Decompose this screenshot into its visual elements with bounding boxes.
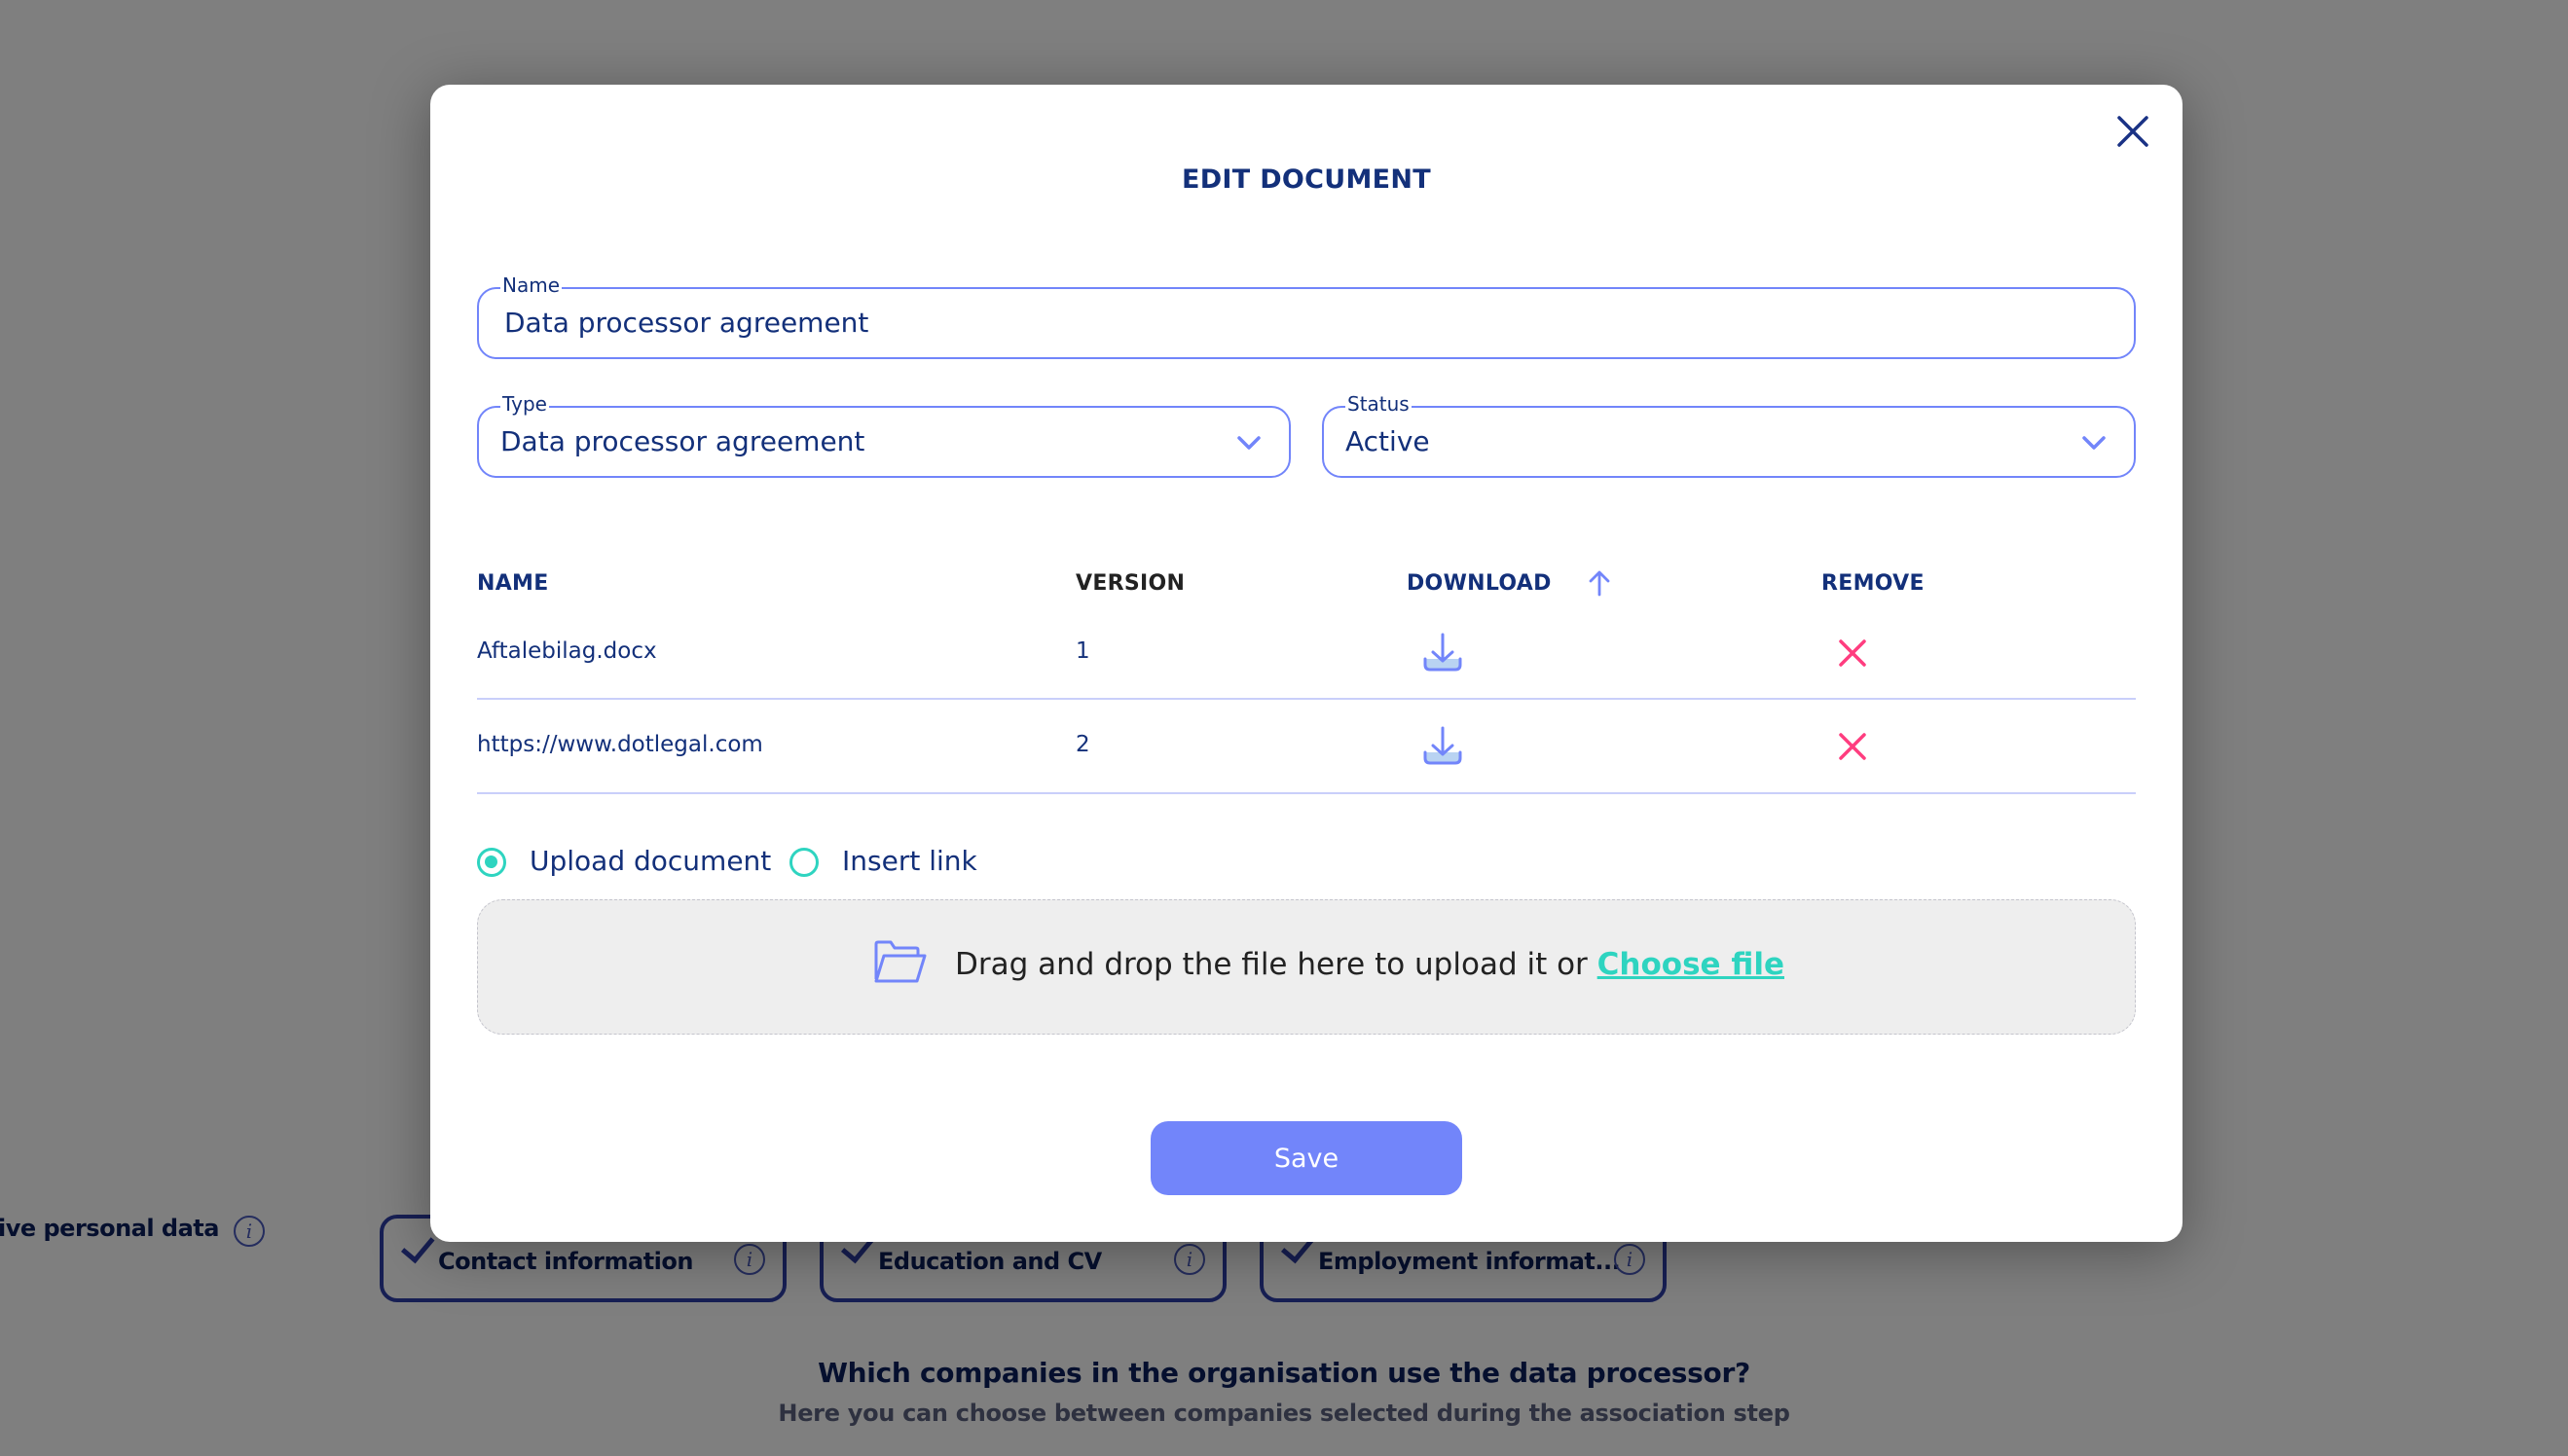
status-select-label: Status xyxy=(1345,392,1412,416)
close-button[interactable] xyxy=(2116,115,2149,148)
file-dropzone[interactable]: Drag and drop the file here to upload it… xyxy=(477,899,2136,1035)
type-select[interactable]: Type Data processor agreement xyxy=(477,392,1291,478)
type-select-value: Data processor agreement xyxy=(500,425,865,457)
sort-ascending-icon[interactable] xyxy=(1589,569,1610,597)
upload-document-radio[interactable] xyxy=(477,848,506,877)
column-header-name[interactable]: NAME xyxy=(477,571,549,596)
document-version: 2 xyxy=(1076,732,1090,757)
row-divider xyxy=(477,698,2136,700)
column-header-remove: REMOVE xyxy=(1821,571,1925,596)
download-icon[interactable] xyxy=(1421,632,1464,673)
type-select-label: Type xyxy=(500,392,549,416)
chevron-down-icon xyxy=(1237,436,1261,450)
remove-icon[interactable] xyxy=(1838,638,1867,668)
column-header-version[interactable]: VERSION xyxy=(1076,571,1185,596)
upload-document-label[interactable]: Upload document xyxy=(530,845,771,877)
edit-document-modal: EDIT DOCUMENT Name Type Data processor a… xyxy=(430,85,2183,1242)
download-icon[interactable] xyxy=(1421,725,1464,766)
row-divider xyxy=(477,792,2136,794)
dropzone-text: Drag and drop the file here to upload it… xyxy=(955,947,1784,982)
insert-link-label[interactable]: Insert link xyxy=(842,845,977,877)
modal-title: EDIT DOCUMENT xyxy=(1181,164,1432,195)
remove-icon[interactable] xyxy=(1838,732,1867,761)
close-icon xyxy=(2117,116,2148,147)
dropzone-instructions: Drag and drop the file here to upload it… xyxy=(955,947,1597,982)
document-version: 1 xyxy=(1076,638,1090,664)
choose-file-link[interactable]: Choose file xyxy=(1597,947,1784,982)
status-select[interactable]: Status Active xyxy=(1322,392,2136,478)
column-header-download: DOWNLOAD xyxy=(1407,571,1552,596)
folder-open-icon xyxy=(874,940,927,983)
name-field-label: Name xyxy=(500,273,563,297)
save-button[interactable]: Save xyxy=(1151,1121,1462,1195)
chevron-down-icon xyxy=(2082,436,2106,450)
document-name: https://www.dotlegal.com xyxy=(477,732,763,757)
name-input[interactable] xyxy=(504,307,1994,339)
status-select-value: Active xyxy=(1345,425,1430,457)
name-field[interactable]: Name xyxy=(477,273,2136,359)
insert-link-radio[interactable] xyxy=(789,848,819,877)
document-name: Aftalebilag.docx xyxy=(477,638,657,664)
